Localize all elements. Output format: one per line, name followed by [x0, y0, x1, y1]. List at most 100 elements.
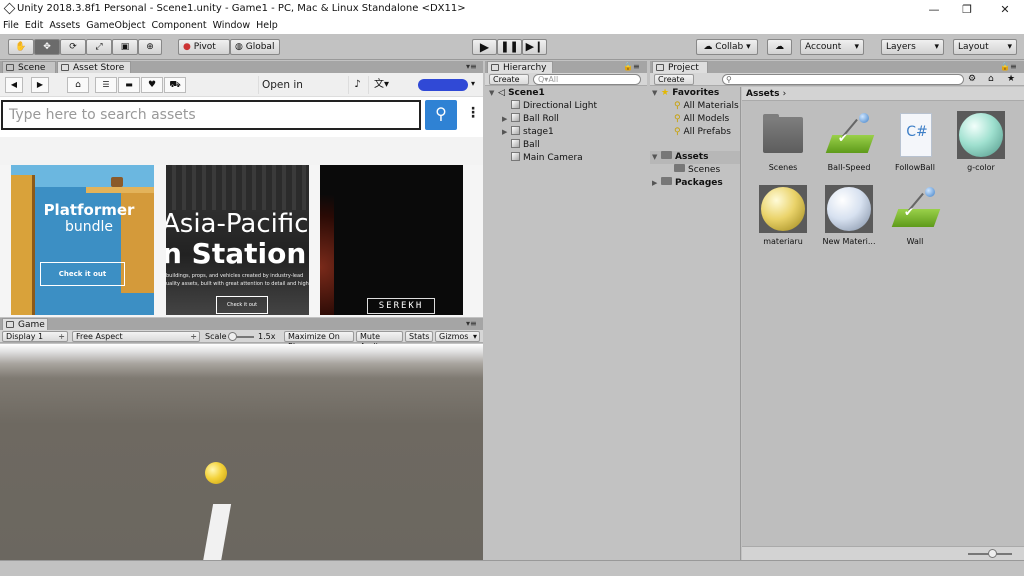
store-wishlist-button[interactable]: ♥	[141, 77, 163, 93]
filter-label-icon[interactable]: ⌂	[988, 74, 994, 84]
move-tool-button[interactable]: ✥	[34, 39, 60, 55]
hierarchy-item[interactable]: Ball	[502, 139, 540, 152]
packages-folder-node[interactable]: ▶ Packages	[652, 177, 723, 190]
asset-item[interactable]: C# FollowBall	[885, 111, 945, 172]
asset-label: FollowBall	[895, 163, 935, 172]
asset-item[interactable]: Scenes	[753, 111, 813, 172]
asset-item[interactable]: New Materi...	[819, 185, 879, 246]
asset-item[interactable]: g-color	[951, 111, 1011, 172]
hierarchy-item[interactable]: Main Camera	[502, 152, 583, 165]
store-card-serekh[interactable]: SEREKH	[320, 165, 463, 315]
expand-arrow-icon[interactable]: ▼	[652, 151, 661, 164]
rotate-tool-button[interactable]: ⟳	[60, 39, 86, 55]
hierarchy-create-dropdown[interactable]: Create ▾	[489, 74, 529, 94]
asset-item[interactable]: ✔ Wall	[885, 185, 945, 246]
scale-slider-thumb[interactable]	[228, 332, 237, 341]
project-breadcrumb[interactable]: Assets ›	[742, 87, 1024, 101]
step-button[interactable]: ▶❙	[522, 39, 547, 55]
tab-game[interactable]: Game	[2, 318, 48, 330]
global-toggle[interactable]: ◍ Global	[230, 39, 280, 55]
menu-gameobject[interactable]: GameObject	[83, 19, 148, 33]
hierarchy-item[interactable]: ▶ Ball Roll	[502, 113, 559, 126]
panel-menu-icon[interactable]: 🔒≡	[1000, 62, 1017, 71]
account-dropdown[interactable]: Account ▾	[800, 39, 864, 55]
display-dropdown[interactable]: Display 1 ÷	[2, 331, 68, 342]
collab-button[interactable]: ☁ Collab ▾	[696, 39, 758, 55]
store-categories-button[interactable]: ☰	[95, 77, 117, 93]
chevron-down-icon[interactable]: ▾	[471, 79, 475, 88]
expand-arrow-icon[interactable]: ▶	[502, 126, 511, 139]
store-downloads-button[interactable]: ▬	[118, 77, 140, 93]
card-title: Platformer	[43, 201, 135, 219]
menu-edit[interactable]: Edit	[22, 19, 46, 33]
panel-menu-icon[interactable]: ▾≡	[466, 319, 477, 328]
favorite-star-icon[interactable]: ★	[1007, 74, 1015, 84]
language-button[interactable]: 文▾	[368, 76, 394, 94]
assets-folder-node[interactable]: ▼ Assets	[650, 151, 740, 164]
tab-asset-store[interactable]: Asset Store	[57, 61, 131, 73]
menu-file[interactable]: File	[0, 19, 22, 33]
maximize-button[interactable]: ❐	[955, 2, 979, 17]
close-button[interactable]: ✕	[993, 2, 1017, 17]
open-in-browser-link[interactable]: Open in Browser	[258, 76, 346, 109]
expand-arrow-icon[interactable]: ▶	[652, 177, 661, 190]
maximize-on-play-toggle[interactable]: Maximize On Play	[284, 331, 354, 351]
transform-tool-button[interactable]: ⊕	[138, 39, 162, 55]
tab-scene[interactable]: Scene	[2, 61, 56, 73]
card-cta-button[interactable]: Check it out	[216, 296, 268, 314]
favorite-item[interactable]: ⚲ All Models	[674, 113, 729, 126]
folder-item[interactable]: Scenes	[674, 164, 720, 177]
menu-assets[interactable]: Assets	[46, 19, 83, 33]
forward-button[interactable]: ▶	[31, 77, 49, 93]
aspect-dropdown[interactable]: Free Aspect ÷	[72, 331, 200, 342]
pause-button[interactable]: ❚❚	[497, 39, 522, 55]
hand-tool-button[interactable]: ✋	[8, 39, 34, 55]
store-search-button[interactable]: ⚲	[425, 100, 457, 130]
store-home-button[interactable]: ⌂	[67, 77, 89, 93]
game-viewport[interactable]	[0, 344, 483, 560]
panel-menu-icon[interactable]: 🔒≡	[623, 62, 640, 71]
scene-root[interactable]: ▼ ◁ Scene1	[489, 87, 545, 100]
expand-arrow-icon[interactable]: ▼	[652, 87, 661, 100]
rect-tool-button[interactable]: ▣	[112, 39, 138, 55]
asset-item[interactable]: ✔ Ball-Speed	[819, 111, 879, 172]
layers-dropdown[interactable]: Layers ▾	[881, 39, 944, 55]
store-card-platformer[interactable]: Platformer bundle Check it out	[11, 165, 154, 315]
minimize-button[interactable]: —	[922, 2, 946, 17]
store-cart-button[interactable]: ⛟	[164, 77, 186, 93]
project-search-input[interactable]: ⚲	[722, 74, 964, 85]
gizmos-dropdown[interactable]: Gizmos ▾	[435, 331, 480, 342]
icon-size-slider-thumb[interactable]	[988, 549, 997, 558]
tab-project[interactable]: Project	[652, 61, 708, 73]
scale-tool-button[interactable]: ⤢	[86, 39, 112, 55]
stats-toggle[interactable]: Stats	[405, 331, 433, 342]
layout-dropdown[interactable]: Layout ▾	[953, 39, 1017, 55]
project-create-dropdown[interactable]: Create ▾	[654, 74, 694, 94]
play-button[interactable]: ▶	[472, 39, 497, 55]
back-button[interactable]: ◀	[5, 77, 23, 93]
hierarchy-item[interactable]: Directional Light	[502, 100, 597, 113]
store-card-asia-pacific[interactable]: Asia-Pacific n Station P buildings, prop…	[166, 165, 309, 315]
panel-menu-icon[interactable]: ▾≡	[466, 62, 477, 71]
cloud-button[interactable]: ☁	[767, 39, 792, 55]
hierarchy-item[interactable]: ▶ stage1	[502, 126, 554, 139]
favorite-item[interactable]: ⚲ All Materials	[674, 100, 739, 113]
expand-arrow-icon[interactable]: ▶	[502, 113, 511, 126]
favorites-node[interactable]: ▼ ★ Favorites	[652, 87, 719, 100]
menu-help[interactable]: Help	[253, 19, 281, 33]
store-search-input[interactable]: Type here to search assets	[1, 100, 421, 130]
menu-window[interactable]: Window	[210, 19, 253, 33]
notifications-button[interactable]: ♪	[348, 76, 366, 94]
more-options-icon[interactable]: ⋮	[466, 105, 480, 121]
favorite-item[interactable]: ⚲ All Prefabs	[674, 126, 731, 139]
menu-component[interactable]: Component	[148, 19, 209, 33]
expand-arrow-icon[interactable]: ▼	[489, 87, 498, 100]
card-cta-button[interactable]: Check it out	[40, 262, 125, 286]
hierarchy-search-input[interactable]: Q▾All	[533, 74, 641, 85]
asset-label: Wall	[906, 237, 924, 246]
pivot-toggle[interactable]: ● Pivot	[178, 39, 230, 55]
filter-type-icon[interactable]: ⚙	[968, 74, 976, 84]
mute-audio-toggle[interactable]: Mute Audio	[356, 331, 403, 351]
asset-item[interactable]: materiaru	[753, 185, 813, 246]
tab-hierarchy[interactable]: Hierarchy	[487, 61, 553, 73]
